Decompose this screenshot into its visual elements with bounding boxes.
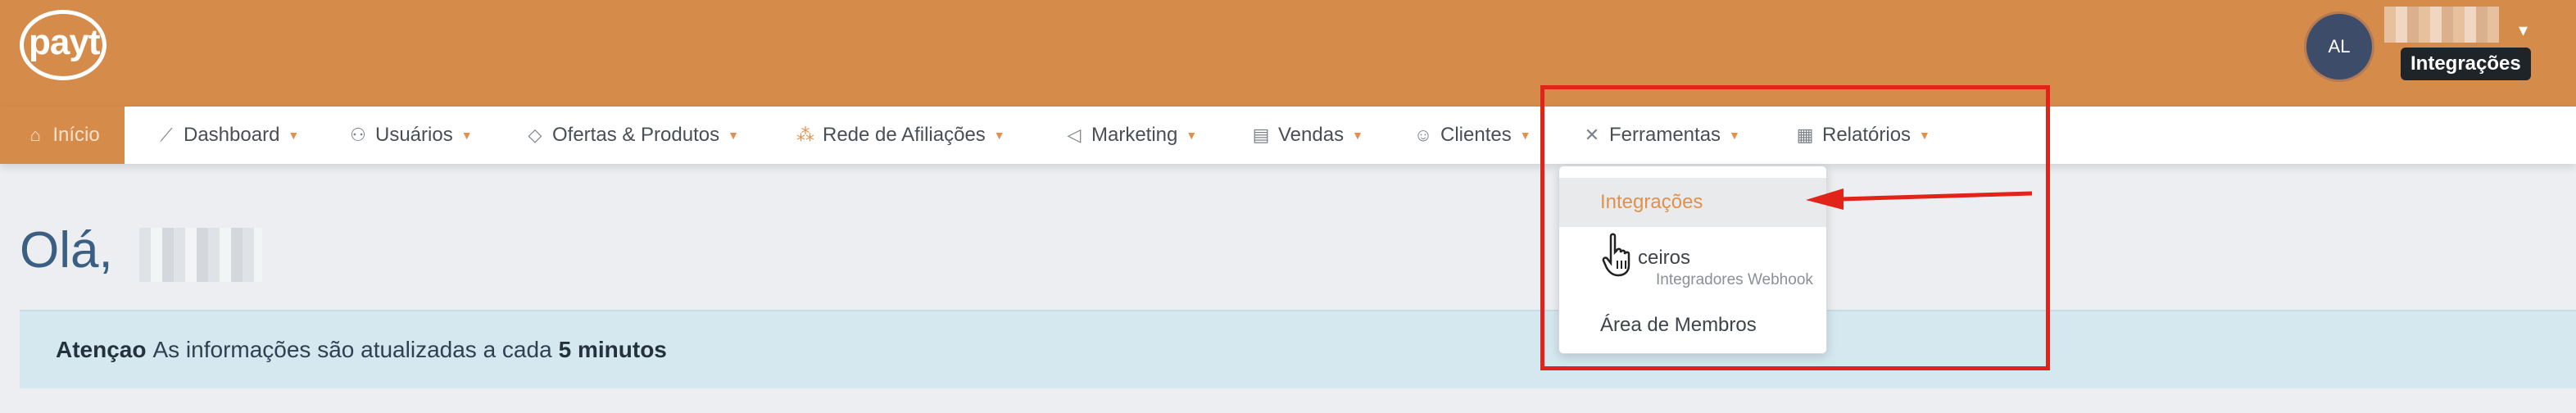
alert-emphasis: 5 minutos — [558, 337, 667, 362]
nav-item-label: Clientes — [1440, 124, 1512, 146]
annotation-highlight-box — [1540, 85, 2050, 370]
list-icon: ▤ — [1252, 125, 1270, 145]
user-name-blurred[interactable] — [2384, 7, 2499, 43]
greeting-name-blurred — [139, 228, 262, 282]
nav-item-marketing[interactable]: ◁ Marketing ▼ — [1064, 107, 1198, 164]
annotation-arrow-icon — [1806, 188, 2033, 210]
logo-text: payt — [29, 22, 100, 62]
nav-item-label: Ofertas & Produtos — [552, 124, 720, 146]
network-icon: ⁂ — [796, 125, 814, 145]
chart-icon: ⟋ — [160, 125, 173, 145]
home-icon: ⌂ — [29, 125, 41, 145]
user-avatar[interactable]: AL — [2304, 11, 2374, 82]
nav-item-dashboard[interactable]: ⟋ Dashboard ▼ — [156, 107, 299, 164]
nav-item-clientes[interactable]: ☺ Clientes ▼ — [1413, 107, 1531, 164]
nav-item-label: Vendas — [1278, 124, 1345, 146]
nav-item-label: Usuários — [375, 124, 453, 146]
nav-item-label: Dashboard — [184, 124, 280, 146]
chevron-down-icon: ▼ — [1519, 129, 1531, 142]
nav-item-vendas[interactable]: ▤ Vendas ▼ — [1250, 107, 1363, 164]
nav-item-label: Início — [52, 124, 100, 146]
users-icon: ⚇ — [350, 125, 366, 145]
top-header: payt AL ▾ Integrações — [0, 0, 2576, 107]
chevron-down-icon: ▼ — [460, 129, 473, 142]
chevron-down-icon: ▼ — [1186, 129, 1198, 142]
nav-item-rede-afiliacoes[interactable]: ⁂ Rede de Afiliações ▼ — [795, 107, 1005, 164]
nav-item-inicio[interactable]: ⌂ Início — [0, 107, 125, 164]
tooltip: Integrações — [2401, 48, 2531, 80]
greeting-title: Olá, — [20, 222, 113, 279]
chevron-down-icon: ▼ — [288, 129, 300, 142]
user-menu-caret-icon[interactable]: ▾ — [2519, 20, 2528, 41]
megaphone-icon: ◁ — [1067, 125, 1082, 145]
payt-logo[interactable]: payt — [20, 10, 107, 80]
chevron-down-icon: ▼ — [993, 129, 1005, 142]
info-alert: Atençao As informações são atualizadas a… — [20, 310, 2576, 388]
nav-item-ofertas-produtos[interactable]: ◇ Ofertas & Produtos ▼ — [524, 107, 739, 164]
alert-strong: Atençao — [56, 337, 147, 362]
tag-icon: ◇ — [528, 125, 542, 145]
main-navbar: ⌂ Início ⟋ Dashboard ▼ ⚇ Usuários ▼ ◇ Of… — [0, 107, 2576, 164]
chevron-down-icon: ▼ — [728, 129, 739, 142]
chevron-down-icon: ▼ — [1352, 129, 1363, 142]
nav-item-label: Rede de Afiliações — [823, 124, 986, 146]
user-icon: ☺ — [1413, 125, 1433, 145]
nav-item-usuarios[interactable]: ⚇ Usuários ▼ — [347, 107, 473, 164]
alert-text: As informações são atualizadas a cada — [152, 337, 552, 362]
nav-item-label: Marketing — [1091, 124, 1178, 146]
